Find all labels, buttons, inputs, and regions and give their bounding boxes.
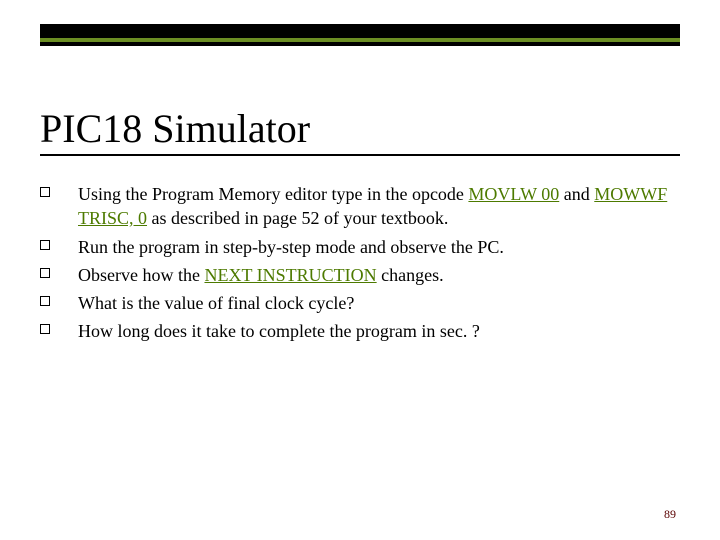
text-segment: and — [559, 184, 594, 204]
bullet-list: Using the Program Memory editor type in … — [40, 182, 680, 348]
square-bullet-icon — [40, 324, 50, 334]
square-bullet-icon — [40, 268, 50, 278]
list-item-text: Observe how the NEXT INSTRUCTION changes… — [78, 263, 680, 287]
decorative-top-bar-accent — [40, 38, 680, 42]
square-bullet-icon — [40, 296, 50, 306]
text-segment: Observe how the — [78, 265, 204, 285]
square-bullet-icon — [40, 187, 50, 197]
decorative-top-bar — [40, 24, 680, 46]
code-highlight: MOVLW 00 — [468, 184, 559, 204]
list-item-text: Using the Program Memory editor type in … — [78, 182, 680, 231]
square-bullet-icon — [40, 240, 50, 250]
list-item: Run the program in step-by-step mode and… — [40, 235, 680, 259]
list-item-text: Run the program in step-by-step mode and… — [78, 235, 680, 259]
list-item: How long does it take to complete the pr… — [40, 319, 680, 343]
page-title: PIC18 Simulator — [40, 105, 680, 152]
text-segment: as described in page 52 of your textbook… — [147, 208, 448, 228]
text-segment: Using the Program Memory editor type in … — [78, 184, 468, 204]
list-item: Observe how the NEXT INSTRUCTION changes… — [40, 263, 680, 287]
list-item-text: What is the value of final clock cycle? — [78, 291, 680, 315]
code-highlight: NEXT INSTRUCTION — [204, 265, 376, 285]
text-segment: changes. — [377, 265, 444, 285]
list-item: Using the Program Memory editor type in … — [40, 182, 680, 231]
page-number: 89 — [664, 507, 676, 522]
list-item: What is the value of final clock cycle? — [40, 291, 680, 315]
list-item-text: How long does it take to complete the pr… — [78, 319, 680, 343]
title-container: PIC18 Simulator — [40, 105, 680, 156]
